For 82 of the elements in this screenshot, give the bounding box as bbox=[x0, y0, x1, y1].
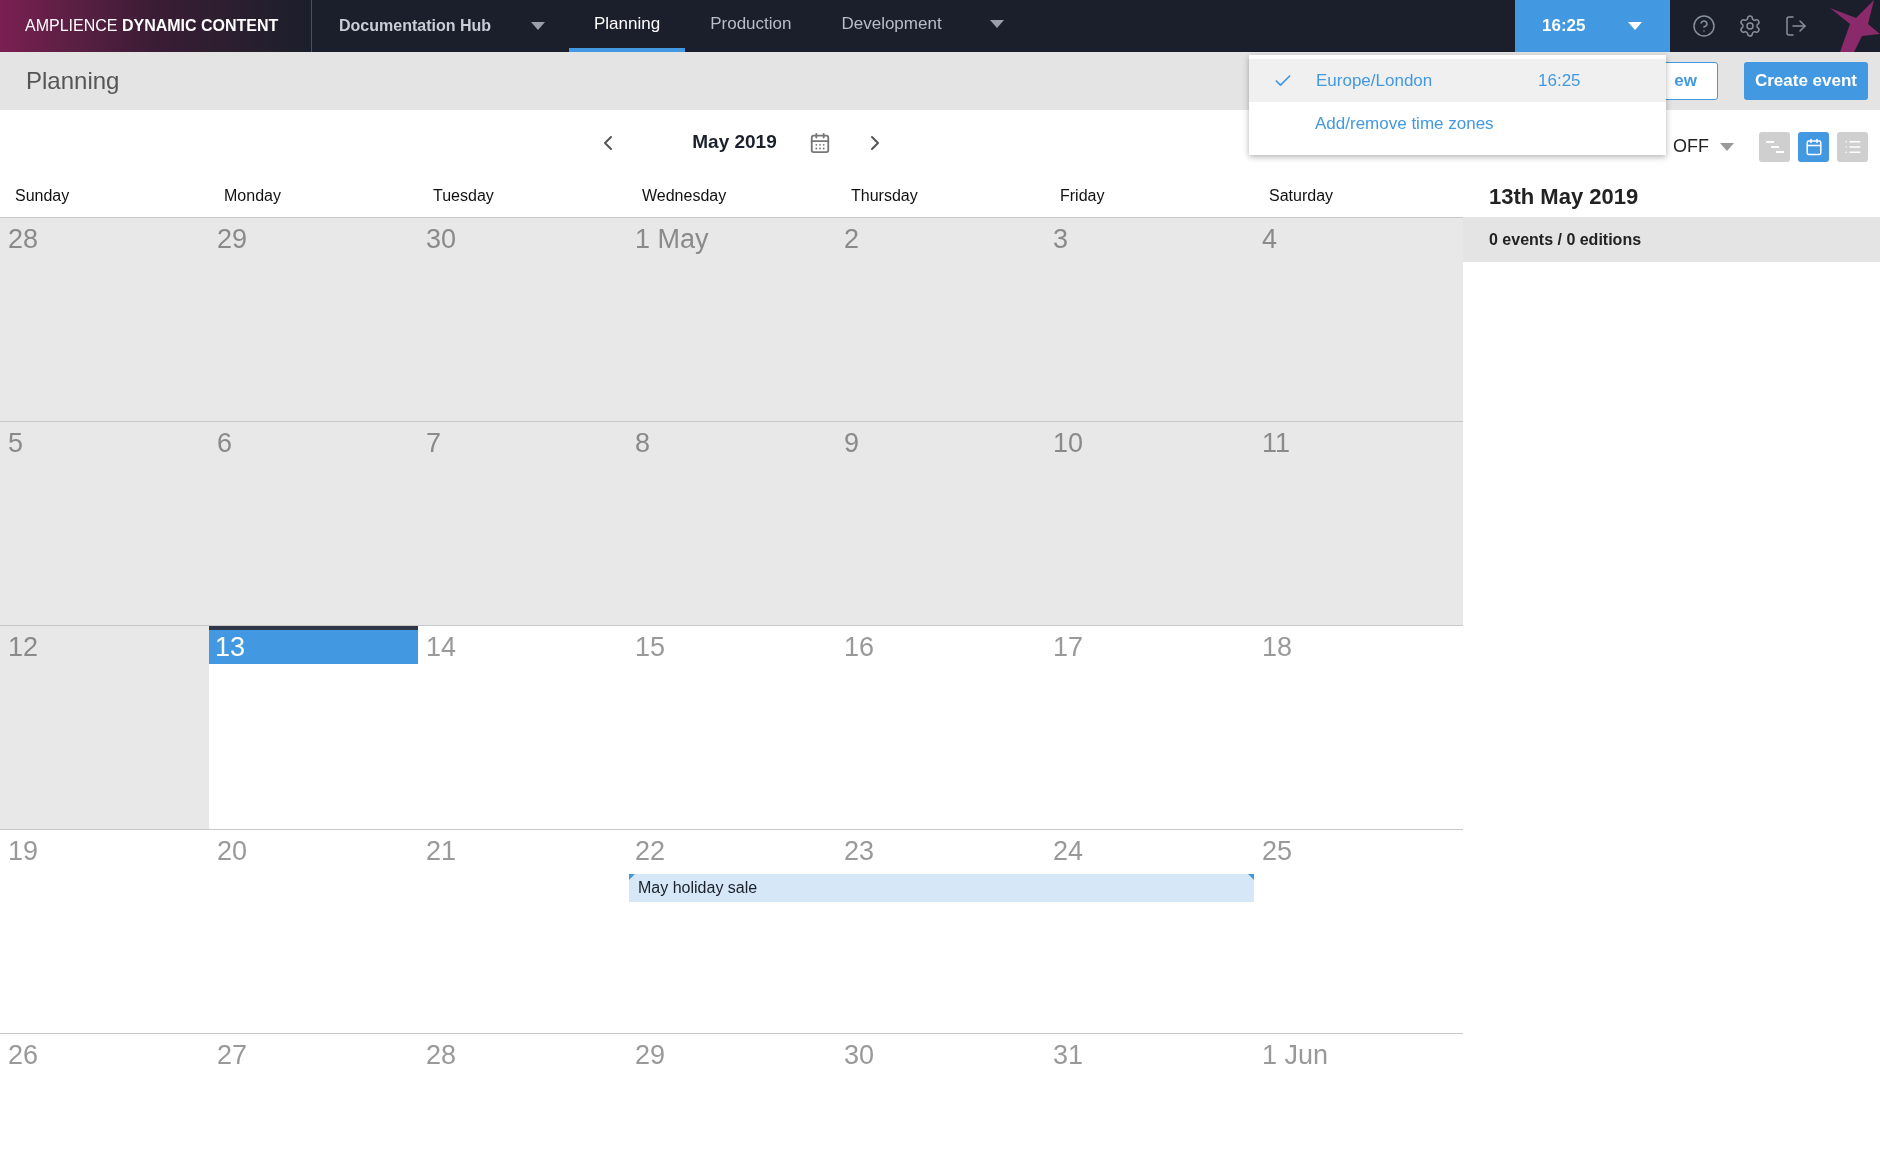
day-number: 19 bbox=[7, 835, 40, 868]
timezone-item[interactable]: Europe/London 16:25 bbox=[1249, 59, 1666, 102]
date-picker-icon[interactable] bbox=[808, 131, 831, 154]
day-cell[interactable]: 2 bbox=[836, 218, 1045, 421]
create-event-button[interactable]: Create event bbox=[1743, 62, 1868, 100]
help-icon[interactable] bbox=[1692, 14, 1716, 38]
day-number: 3 bbox=[1052, 223, 1070, 256]
caret-icon bbox=[1628, 22, 1642, 30]
weekday-header: Friday bbox=[1060, 187, 1105, 204]
logo-text[interactable]: AMPLIENCE DYNAMIC CONTENT bbox=[25, 14, 279, 38]
today-date: 13 bbox=[209, 626, 418, 664]
day-number: 11 bbox=[1261, 427, 1292, 460]
hub-selector[interactable]: Documentation Hub bbox=[312, 0, 569, 52]
settings-icon[interactable] bbox=[1738, 14, 1762, 38]
event-bar[interactable]: May holiday sale bbox=[629, 874, 1254, 902]
day-number: 25 bbox=[1261, 835, 1294, 868]
day-number: 20 bbox=[216, 835, 249, 868]
day-number: 10 bbox=[1052, 427, 1085, 460]
summary-bar: 0 events / 0 editions bbox=[1463, 217, 1880, 262]
day-number: 1 Jun bbox=[1261, 1039, 1330, 1072]
weekday-header: Tuesday bbox=[433, 187, 494, 204]
day-cell[interactable]: 28 bbox=[0, 218, 209, 421]
day-cell[interactable]: 4 bbox=[1254, 218, 1463, 421]
weekday-header: Sunday bbox=[15, 187, 70, 204]
day-number: 30 bbox=[425, 223, 458, 256]
day-number: 5 bbox=[7, 427, 25, 460]
day-number: 6 bbox=[216, 427, 234, 460]
day-number: 8 bbox=[634, 427, 652, 460]
toggle-select[interactable]: OFF bbox=[1673, 133, 1734, 160]
day-number: 16 bbox=[843, 631, 876, 664]
calendar-icon bbox=[1804, 137, 1823, 156]
day-cell[interactable]: 30 bbox=[418, 218, 627, 421]
caret-icon bbox=[1720, 142, 1734, 151]
timeline-icon bbox=[1765, 139, 1784, 154]
page-title: Planning bbox=[26, 66, 120, 96]
star-shape-drawing bbox=[1830, 0, 1880, 52]
weekday-header: Wednesday bbox=[642, 187, 727, 204]
day-number: 26 bbox=[7, 1039, 40, 1072]
day-number: 24 bbox=[1052, 835, 1085, 868]
day-cell[interactable]: 29 bbox=[209, 218, 418, 421]
day-cell[interactable]: 9 bbox=[836, 422, 1045, 625]
day-number: 28 bbox=[425, 1039, 458, 1072]
day-number: 28 bbox=[7, 223, 40, 256]
weekday-header: Thursday bbox=[851, 187, 918, 204]
day-number: 30 bbox=[843, 1039, 876, 1072]
clock-button[interactable]: 16:25 bbox=[1515, 0, 1670, 52]
day-number: 4 bbox=[1261, 223, 1279, 256]
day-number: 12 bbox=[7, 631, 40, 664]
day-number: 29 bbox=[634, 1039, 667, 1072]
day-number: 27 bbox=[216, 1039, 249, 1072]
day-cell[interactable]: 12 bbox=[0, 626, 209, 829]
day-cell[interactable]: 1 May bbox=[627, 218, 836, 421]
day-cell[interactable]: 3 bbox=[1045, 218, 1254, 421]
selected-date-title: 13th May 2019 bbox=[1489, 182, 1639, 211]
caret-icon bbox=[531, 22, 545, 30]
weekday-header: Saturday bbox=[1269, 187, 1334, 204]
day-number: 23 bbox=[843, 835, 876, 868]
weekday-header: Monday bbox=[224, 187, 281, 204]
day-cell[interactable]: 11 bbox=[1254, 422, 1463, 625]
nav-tab[interactable]: Development bbox=[816, 0, 1029, 52]
day-cell[interactable]: 8 bbox=[627, 422, 836, 625]
day-number: 14 bbox=[425, 631, 458, 664]
day-number: 31 bbox=[1052, 1039, 1085, 1072]
day-number: 21 bbox=[425, 835, 458, 868]
day-cell[interactable]: 10 bbox=[1045, 422, 1254, 625]
day-cell[interactable]: 7 bbox=[418, 422, 627, 625]
day-number: 15 bbox=[634, 631, 667, 664]
nav-tab[interactable]: Production bbox=[685, 0, 817, 52]
day-number: 18 bbox=[1261, 631, 1294, 664]
day-number: 22 bbox=[634, 835, 667, 868]
view-button[interactable] bbox=[1798, 131, 1829, 162]
day-cell[interactable]: 5 bbox=[0, 422, 209, 625]
day-number: 7 bbox=[425, 427, 443, 460]
day-number: 1 May bbox=[634, 223, 710, 256]
day-number: 9 bbox=[843, 427, 861, 460]
day-number: 17 bbox=[1052, 631, 1085, 664]
logout-icon[interactable] bbox=[1784, 14, 1808, 38]
add-remove-timezones-link[interactable]: Add/remove time zones bbox=[1315, 110, 1494, 137]
day-number: 29 bbox=[216, 223, 249, 256]
day-cell[interactable]: 6 bbox=[209, 422, 418, 625]
month-label: May 2019 bbox=[692, 130, 777, 155]
day-number: 2 bbox=[843, 223, 861, 256]
